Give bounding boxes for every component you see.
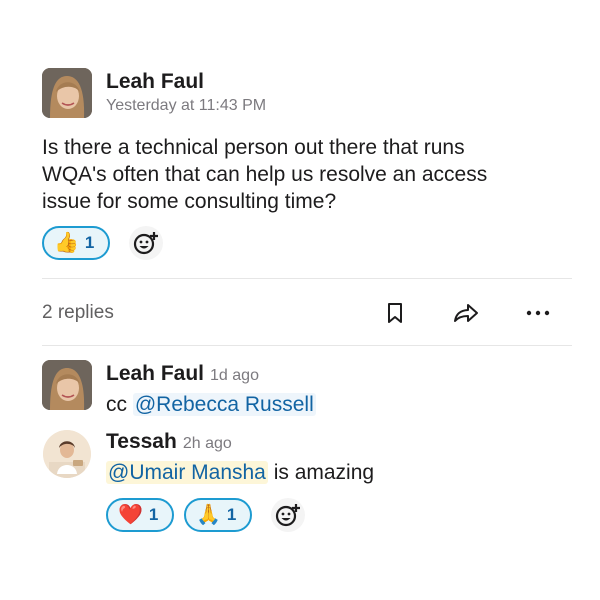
avatar-leah-faul[interactable] bbox=[42, 68, 92, 118]
replies-count[interactable]: 2 replies bbox=[42, 302, 114, 324]
folded-hands-icon: 🙏 bbox=[196, 504, 221, 526]
reply-text: is amazing bbox=[267, 461, 375, 484]
divider bbox=[42, 345, 572, 346]
reaction-count: 1 bbox=[148, 505, 159, 524]
reply-text: cc bbox=[106, 393, 133, 416]
thumbs-up-icon: 👍 bbox=[54, 232, 79, 254]
reaction-pray[interactable]: 🙏 1 bbox=[184, 498, 252, 532]
reply-author[interactable]: Tessah bbox=[106, 430, 177, 453]
more-icon bbox=[526, 310, 550, 316]
share-button[interactable] bbox=[452, 299, 480, 327]
more-actions-button[interactable] bbox=[524, 299, 552, 327]
share-icon bbox=[454, 304, 478, 322]
message-line: Is there a technical person out there th… bbox=[42, 136, 465, 159]
divider bbox=[42, 278, 572, 279]
bookmark-icon bbox=[388, 303, 402, 323]
reply-header: Tessah 2h ago bbox=[106, 430, 232, 454]
message-timestamp[interactable]: Yesterday at 11:43 PM bbox=[106, 97, 266, 115]
message-line: WQA's often that can help us resolve an … bbox=[42, 163, 488, 186]
reply-timestamp[interactable]: 1d ago bbox=[210, 367, 259, 384]
reaction-count: 1 bbox=[226, 505, 237, 524]
reaction-thumbs-up[interactable]: 👍 1 bbox=[42, 226, 110, 260]
user-mention[interactable]: @Umair Mansha bbox=[106, 461, 268, 484]
add-reaction-button[interactable] bbox=[271, 498, 305, 532]
message-body: Is there a technical person out there th… bbox=[42, 134, 562, 215]
reply-body: cc @Rebecca Russell bbox=[106, 391, 316, 418]
add-reaction-icon bbox=[133, 232, 158, 255]
reply-author[interactable]: Leah Faul bbox=[106, 362, 204, 385]
message-line: issue for some consulting time? bbox=[42, 190, 337, 213]
bookmark-button[interactable] bbox=[381, 299, 409, 327]
avatar-leah-faul[interactable] bbox=[42, 360, 92, 410]
heart-icon: ❤️ bbox=[118, 504, 143, 526]
avatar-tessah[interactable] bbox=[43, 430, 91, 478]
reply-header: Leah Faul 1d ago bbox=[106, 362, 259, 386]
reply-timestamp[interactable]: 2h ago bbox=[183, 435, 232, 452]
user-mention[interactable]: @Rebecca Russell bbox=[132, 393, 316, 416]
reaction-count: 1 bbox=[84, 233, 95, 252]
add-reaction-icon bbox=[275, 504, 300, 527]
reaction-heart[interactable]: ❤️ 1 bbox=[106, 498, 174, 532]
message-author[interactable]: Leah Faul bbox=[106, 70, 204, 94]
add-reaction-button[interactable] bbox=[129, 226, 163, 260]
reply-body: @Umair Mansha is amazing bbox=[106, 459, 374, 486]
